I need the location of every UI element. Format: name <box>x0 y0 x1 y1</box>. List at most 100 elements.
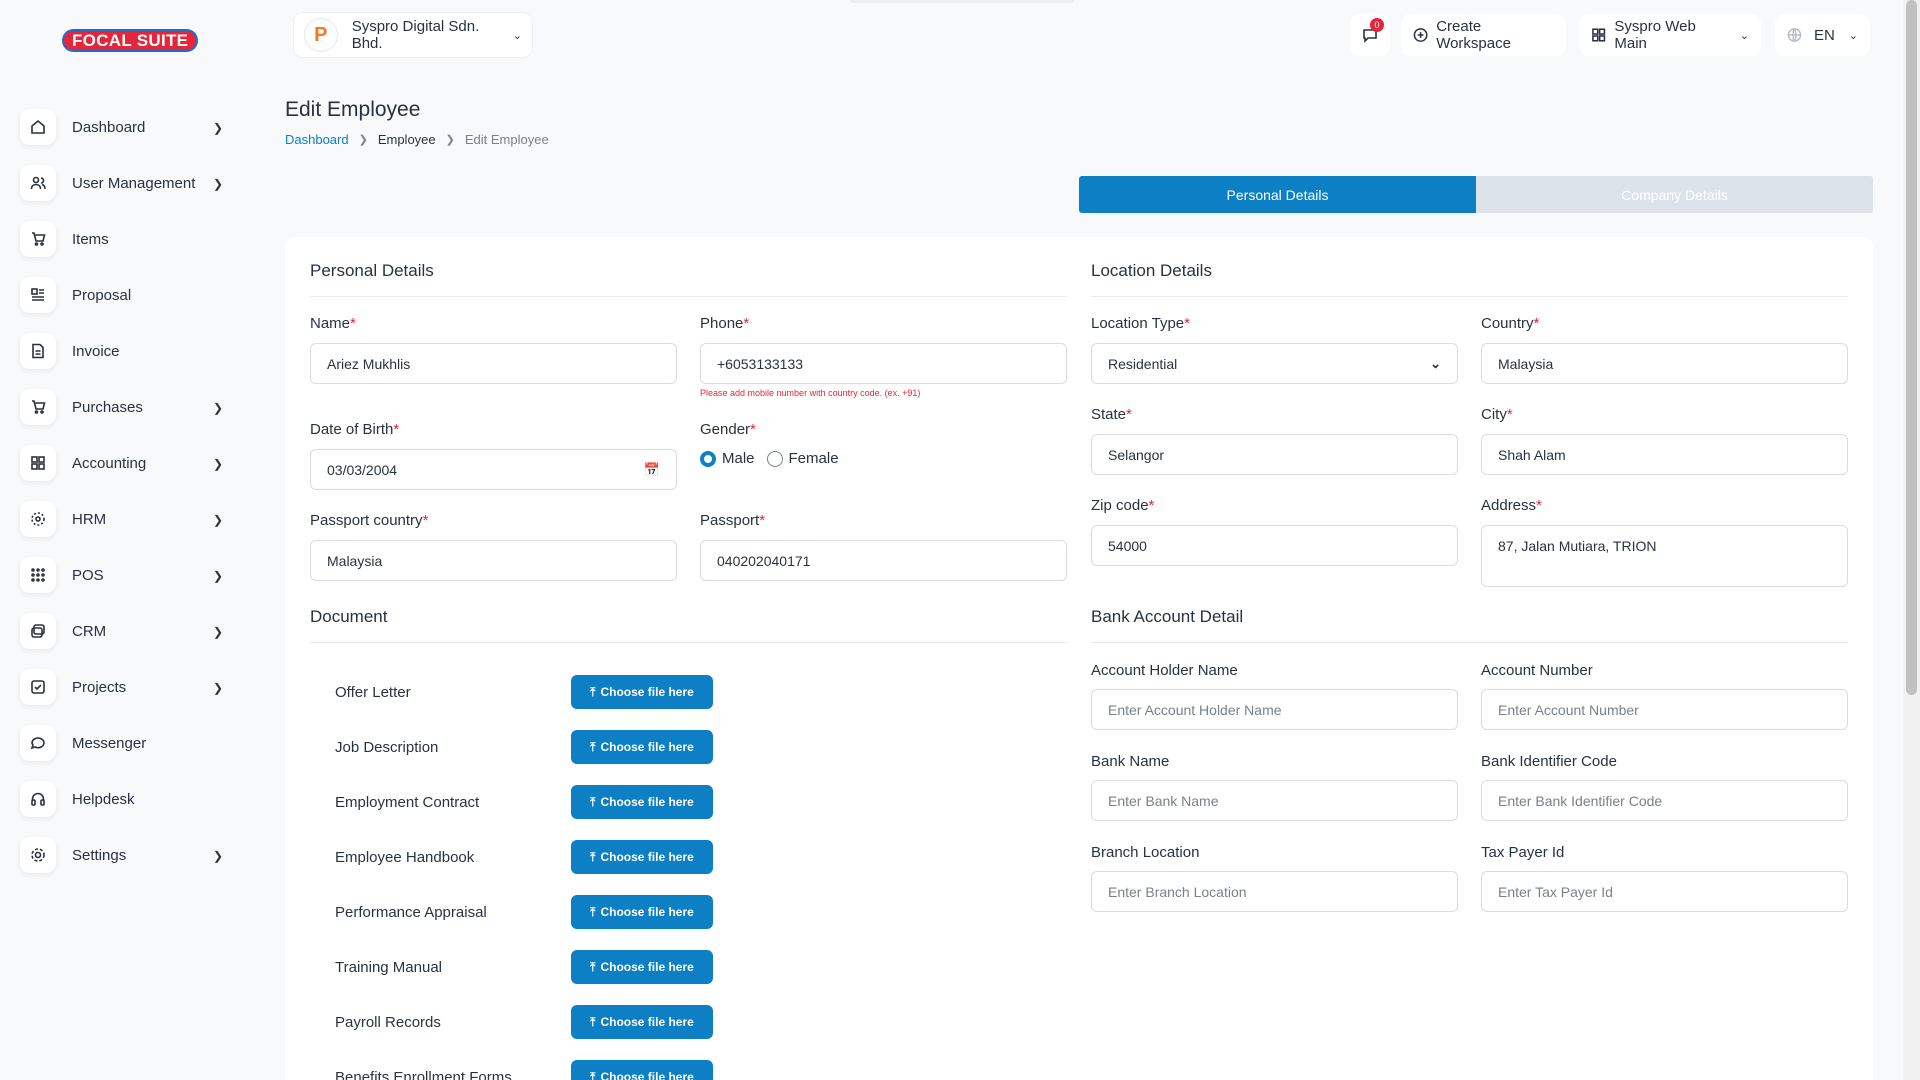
document-title: Document <box>310 607 388 626</box>
dob-input[interactable]: 03/03/2004 📅 <box>310 449 677 490</box>
zip-label: Zip code* <box>1091 497 1155 514</box>
choose-file-button-performance-appraisal[interactable]: ⤒ Choose file here <box>571 895 713 929</box>
sidebar-item-user-management[interactable]: User Management ❯ <box>20 155 235 211</box>
page-title: Edit Employee <box>285 98 421 121</box>
choose-file-button-benefits-enrollment-forms[interactable]: ⤒ Choose file here <box>571 1060 713 1080</box>
top-strip <box>850 0 1074 3</box>
document-label-employment-contract: Employment Contract <box>335 794 480 811</box>
scrollbar-thumb[interactable] <box>1906 0 1917 695</box>
choose-file-button-training-manual[interactable]: ⤒ Choose file here <box>571 950 713 984</box>
phone-label: Phone* <box>700 315 750 332</box>
sidebar-item-proposal[interactable]: Proposal <box>20 267 235 323</box>
account-holder-label: Account Holder Name <box>1091 662 1238 679</box>
breadcrumb-dashboard[interactable]: Dashboard <box>285 132 349 147</box>
chevron-down-icon: ⌄ <box>1848 29 1858 42</box>
home-icon <box>20 109 56 145</box>
chevron-down-icon: ⌄ <box>1430 355 1441 371</box>
sidebar-item-label: Items <box>72 230 109 248</box>
sidebar-item-accounting[interactable]: Accounting ❯ <box>20 435 235 491</box>
sidebar-item-settings[interactable]: Settings ❯ <box>20 827 235 883</box>
choose-file-button-payroll-records[interactable]: ⤒ Choose file here <box>571 1005 713 1039</box>
tab-personal-details[interactable]: Personal Details <box>1079 176 1476 213</box>
file-icon <box>20 333 56 369</box>
sidebar-item-purchases[interactable]: Purchases ❯ <box>20 379 235 435</box>
city-label: City* <box>1481 406 1513 423</box>
account-holder-input[interactable]: Enter Account Holder Name <box>1091 689 1458 730</box>
country-input[interactable]: Malaysia <box>1481 343 1848 384</box>
bank-identifier-input[interactable]: Enter Bank Identifier Code <box>1481 780 1848 821</box>
messages-button[interactable]: 0 <box>1350 14 1390 56</box>
sidebar-item-pos[interactable]: POS ❯ <box>20 547 235 603</box>
bank-name-input[interactable]: Enter Bank Name <box>1091 780 1458 821</box>
gear-icon <box>20 837 56 873</box>
dob-label: Date of Birth* <box>310 421 400 438</box>
passport-country-input[interactable]: Malaysia <box>310 540 677 581</box>
company-selector[interactable]: P Syspro Digital Sdn. Bhd. ⌄ <box>293 12 533 58</box>
branch-location-input[interactable]: Enter Branch Location <box>1091 871 1458 912</box>
sidebar-item-items[interactable]: Items <box>20 211 235 267</box>
location-details-title: Location Details <box>1091 261 1212 280</box>
state-input[interactable]: Selangor <box>1091 434 1458 475</box>
choose-file-button-job-description[interactable]: ⤒ Choose file here <box>571 730 713 764</box>
tax-payer-input[interactable]: Enter Tax Payer Id <box>1481 871 1848 912</box>
choose-file-button-employee-handbook[interactable]: ⤒ Choose file here <box>571 840 713 874</box>
name-input[interactable]: Ariez Mukhlis <box>310 343 677 384</box>
zip-input[interactable]: 54000 <box>1091 525 1458 566</box>
sidebar-item-crm[interactable]: CRM ❯ <box>20 603 235 659</box>
document-label-benefits-enrollment-forms: Benefits Enrollment Forms <box>335 1069 512 1080</box>
messages-badge: 0 <box>1370 18 1384 32</box>
workspace-selector[interactable]: Syspro Web Main ⌄ <box>1579 14 1761 56</box>
gender-male-radio[interactable] <box>700 450 716 467</box>
sidebar-item-hrm[interactable]: HRM ❯ <box>20 491 235 547</box>
divider <box>1091 642 1848 643</box>
tab-company-details[interactable]: Company Details <box>1476 176 1873 213</box>
name-label: Name* <box>310 315 356 332</box>
calendar-icon[interactable]: 📅 <box>644 462 660 478</box>
sidebar-item-label: User Management <box>72 174 196 192</box>
sidebar-item-label: Proposal <box>72 286 132 304</box>
headset-icon <box>20 781 56 817</box>
chevron-right-icon: ❯ <box>445 134 455 146</box>
gender-male-label: Male <box>722 450 755 467</box>
chevron-right-icon: ❯ <box>212 625 223 639</box>
address-label: Address* <box>1481 497 1542 514</box>
chevron-right-icon: ❯ <box>212 121 223 135</box>
phone-hint: Please add mobile number with country co… <box>700 388 921 398</box>
account-number-input[interactable]: Enter Account Number <box>1481 689 1848 730</box>
sidebar-item-label: Purchases <box>72 398 143 416</box>
chevron-down-icon: ⌄ <box>512 29 522 42</box>
document-label-employee-handbook: Employee Handbook <box>335 849 475 866</box>
address-textarea[interactable]: 87, Jalan Mutiara, TRION <box>1481 525 1848 587</box>
chevron-right-icon: ❯ <box>358 134 368 146</box>
state-label: State* <box>1091 406 1132 423</box>
sidebar-item-messenger[interactable]: Messenger <box>20 715 235 771</box>
account-number-label: Account Number <box>1481 662 1593 679</box>
breadcrumb-employee[interactable]: Employee <box>378 132 436 147</box>
create-workspace-button[interactable]: Create Workspace <box>1401 14 1566 56</box>
sidebar-item-helpdesk[interactable]: Helpdesk <box>20 771 235 827</box>
users-icon <box>20 165 56 201</box>
gender-female-radio[interactable] <box>766 450 783 467</box>
personal-details-title: Personal Details <box>310 261 434 280</box>
gender-female-label: Female <box>788 450 839 467</box>
location-type-select[interactable]: Residential ⌄ <box>1091 343 1458 384</box>
passport-label: Passport* <box>700 512 766 529</box>
bank-name-label: Bank Name <box>1091 753 1170 770</box>
brand-logo[interactable]: FOCAL SUITE <box>62 29 199 52</box>
workspace-name: Syspro Web Main <box>1614 18 1696 52</box>
brand-logo-text: FOCAL SUITE <box>72 30 189 50</box>
choose-file-label: Choose file here <box>600 1015 694 1029</box>
dots-grid-icon <box>20 557 56 593</box>
sidebar-item-invoice[interactable]: Invoice <box>20 323 235 379</box>
phone-input[interactable]: +6053133133 <box>700 343 1067 384</box>
language-label: EN <box>1813 26 1835 44</box>
passport-input[interactable]: 040202040171 <box>700 540 1067 581</box>
sidebar-item-dashboard[interactable]: Dashboard ❯ <box>20 99 235 155</box>
language-selector[interactable]: EN ⌄ <box>1775 14 1870 56</box>
sidebar-item-projects[interactable]: Projects ❯ <box>20 659 235 715</box>
choose-file-button-employment-contract[interactable]: ⤒ Choose file here <box>571 785 713 819</box>
choose-file-button-offer-letter[interactable]: ⤒ Choose file here <box>571 675 713 709</box>
page-scrollbar[interactable] <box>1903 0 1920 1080</box>
city-input[interactable]: Shah Alam <box>1481 434 1848 475</box>
check-square-icon <box>20 669 56 705</box>
